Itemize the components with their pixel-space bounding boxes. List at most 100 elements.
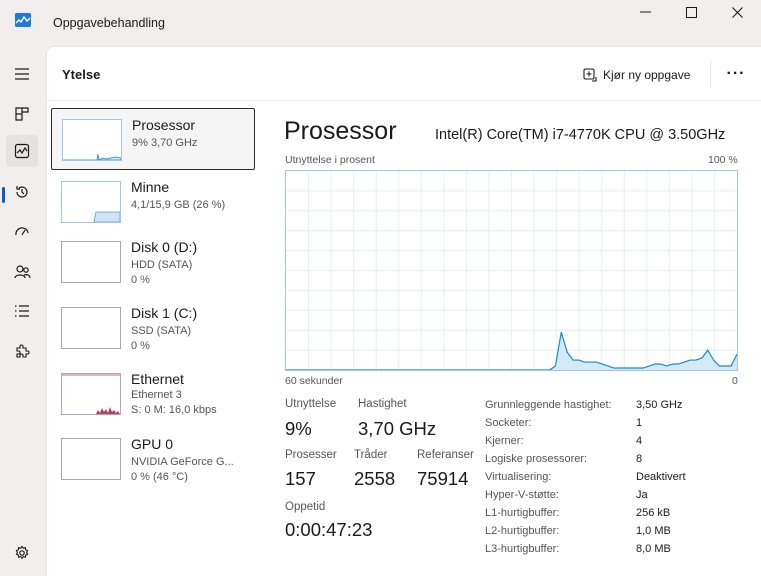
disk-1-thumbnail-graph bbox=[61, 307, 121, 349]
speed-label: Hastighet bbox=[358, 398, 407, 410]
task-manager-app-icon bbox=[15, 13, 31, 27]
main-panel: Ytelse Kjør ny oppgave ··· Prosessor 9% … bbox=[46, 46, 761, 576]
cpu-model: Intel(R) Core(TM) i7-4770K CPU @ 3.50GHz bbox=[435, 127, 726, 143]
threads-value: 2558 bbox=[354, 468, 396, 489]
window-title: Oppgavebehandling bbox=[53, 16, 165, 30]
settings-button[interactable] bbox=[6, 537, 38, 569]
memory-thumbnail-graph bbox=[61, 181, 121, 223]
maximize-icon bbox=[685, 6, 697, 18]
info-key: Kjerner: bbox=[485, 435, 524, 447]
info-key: L3-hurtigbuffer: bbox=[485, 543, 560, 555]
page-title: Ytelse bbox=[62, 67, 101, 82]
uptime-label: Oppetid bbox=[285, 501, 326, 513]
minimize-button[interactable] bbox=[622, 0, 668, 24]
device-name: Ethernet bbox=[131, 371, 184, 387]
nav-startup-apps[interactable] bbox=[6, 216, 38, 248]
disk-0-thumbnail-graph bbox=[61, 241, 121, 283]
device-item-memory[interactable]: Minne 4,1/15,9 GB (26 %) bbox=[51, 171, 255, 233]
handles-label: Referanser bbox=[417, 449, 474, 461]
threads-label: Tråder bbox=[354, 449, 388, 461]
nav-details[interactable] bbox=[6, 295, 38, 327]
users-icon bbox=[13, 265, 31, 279]
info-key: Socketer: bbox=[485, 417, 532, 429]
info-key: Hyper-V-støtte: bbox=[485, 489, 559, 501]
ethernet-thumbnail-graph bbox=[61, 373, 121, 415]
device-name: Disk 1 (C:) bbox=[131, 305, 198, 321]
utilization-value: 9% bbox=[285, 418, 312, 439]
utilization-label: Utnyttelse bbox=[285, 398, 337, 410]
ethernet-mini-graph bbox=[62, 374, 120, 414]
processes-value: 157 bbox=[285, 468, 316, 489]
close-button[interactable] bbox=[714, 0, 760, 24]
performance-icon bbox=[14, 143, 30, 159]
gpu-thumbnail-graph bbox=[61, 438, 121, 480]
processes-icon bbox=[15, 107, 29, 121]
device-adapter: Ethernet 3 bbox=[131, 389, 182, 401]
info-key: Virtualisering: bbox=[485, 471, 552, 483]
info-key: Grunnleggende hastighet: bbox=[485, 399, 612, 411]
nav-users[interactable] bbox=[6, 256, 38, 288]
cpu-utilization-graph bbox=[285, 170, 738, 371]
more-options-button[interactable]: ··· bbox=[723, 63, 749, 85]
nav-performance[interactable] bbox=[6, 135, 38, 167]
device-type: SSD (SATA) bbox=[131, 325, 192, 337]
graph-min-label: 0 bbox=[732, 375, 738, 387]
device-item-disk-0[interactable]: Disk 0 (D:) HDD (SATA) 0 % bbox=[51, 231, 255, 293]
device-name: Prosessor bbox=[132, 117, 196, 133]
minimize-icon bbox=[639, 11, 651, 13]
title-bar: Oppgavebehandling bbox=[0, 0, 761, 46]
info-key: L1-hurtigbuffer: bbox=[485, 507, 560, 519]
device-status: S: 0 M: 16,0 kbps bbox=[131, 404, 217, 416]
menu-toggle-button[interactable] bbox=[6, 58, 38, 90]
device-status: 0 % bbox=[131, 274, 150, 286]
more-icon: ··· bbox=[726, 65, 746, 82]
device-name: Disk 0 (D:) bbox=[131, 239, 198, 255]
info-value: 8,0 MB bbox=[636, 543, 671, 555]
device-name: Minne bbox=[131, 179, 170, 195]
hamburger-icon bbox=[15, 68, 29, 80]
device-item-cpu[interactable]: Prosessor 9% 3,70 GHz bbox=[51, 108, 255, 170]
info-value: 3,50 GHz bbox=[636, 399, 683, 411]
info-key: L2-hurtigbuffer: bbox=[485, 525, 560, 537]
device-item-gpu[interactable]: GPU 0 NVIDIA GeForce G... 0 % (46 °C) bbox=[51, 428, 255, 490]
info-key: Logiske prosessorer: bbox=[485, 453, 588, 465]
nav-services[interactable] bbox=[6, 335, 38, 367]
uptime-value: 0:00:47:23 bbox=[285, 519, 373, 540]
speed-value: 3,70 GHz bbox=[358, 418, 437, 439]
speedometer-icon bbox=[15, 227, 29, 236]
memory-mini-graph bbox=[93, 211, 120, 222]
device-status: 0 % (46 °C) bbox=[131, 471, 188, 483]
device-name: GPU 0 bbox=[131, 436, 174, 452]
nav-app-history[interactable] bbox=[6, 176, 38, 208]
active-nav-indicator bbox=[2, 187, 5, 203]
page-header: Ytelse Kjør ny oppgave ··· bbox=[47, 47, 761, 101]
graph-label: Utnyttelse i prosent bbox=[285, 154, 375, 166]
device-item-disk-1[interactable]: Disk 1 (C:) SSD (SATA) 0 % bbox=[51, 297, 255, 359]
detail-title: Prosessor bbox=[284, 117, 397, 145]
processes-label: Prosesser bbox=[285, 449, 337, 461]
device-status: 4,1/15,9 GB (26 %) bbox=[131, 199, 226, 211]
device-status: 9% 3,70 GHz bbox=[132, 137, 198, 149]
history-icon bbox=[16, 186, 28, 198]
list-icon bbox=[15, 305, 29, 317]
info-value: Ja bbox=[636, 489, 648, 501]
nav-processes[interactable] bbox=[6, 98, 38, 130]
device-item-ethernet[interactable]: Ethernet Ethernet 3 S: 0 M: 16,0 kbps bbox=[51, 363, 255, 425]
maximize-button[interactable] bbox=[668, 0, 714, 24]
cpu-graph-canvas bbox=[286, 171, 738, 371]
device-type: HDD (SATA) bbox=[131, 259, 193, 271]
info-value: 4 bbox=[636, 435, 643, 447]
puzzle-icon bbox=[16, 344, 30, 358]
graph-time-label: 60 sekunder bbox=[285, 375, 343, 387]
run-new-task-label: Kjør ny oppgave bbox=[603, 68, 691, 82]
new-task-icon bbox=[583, 68, 597, 82]
info-value: 1 bbox=[636, 417, 643, 429]
info-value: Deaktivert bbox=[636, 471, 686, 483]
header-divider bbox=[710, 61, 711, 87]
cpu-thumbnail-graph bbox=[62, 119, 122, 161]
run-new-task-button[interactable]: Kjør ny oppgave bbox=[583, 65, 690, 85]
close-icon bbox=[731, 6, 743, 18]
device-model: NVIDIA GeForce G... bbox=[131, 456, 234, 468]
cpu-mini-graph bbox=[63, 153, 121, 160]
handles-value: 75914 bbox=[417, 468, 469, 489]
